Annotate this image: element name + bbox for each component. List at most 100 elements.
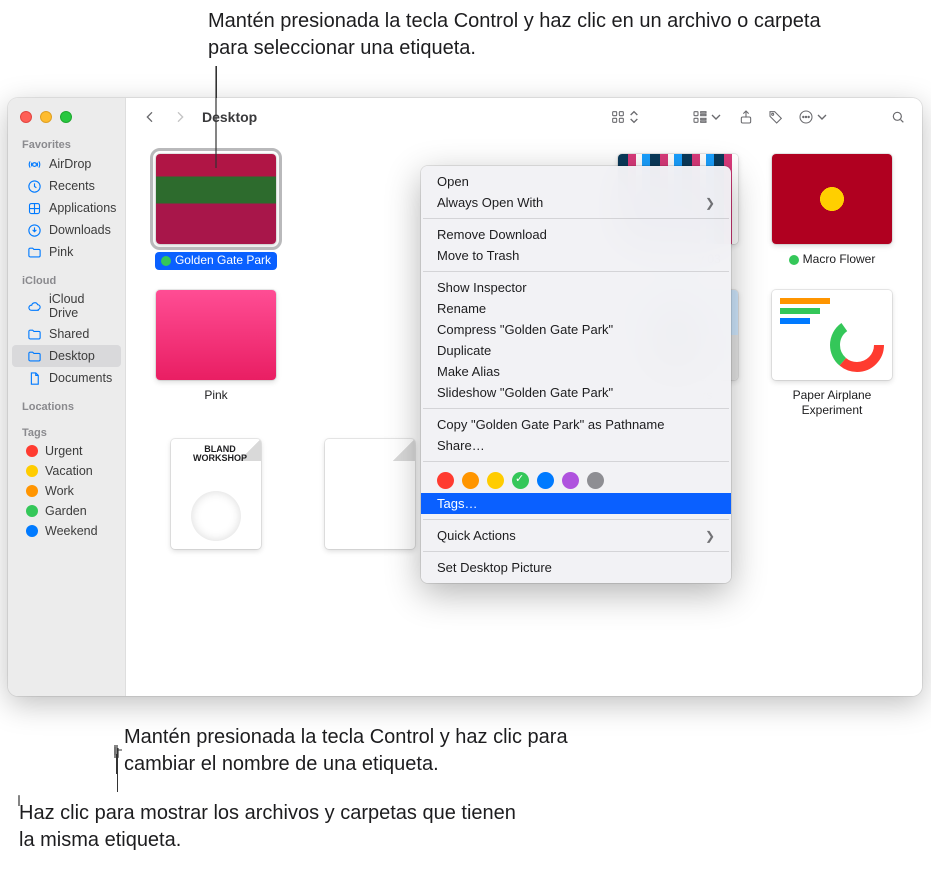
chevron-down-icon [708,109,724,125]
separator [423,519,729,520]
desktop-folder-icon [26,348,42,364]
ctx-tag-swatch[interactable] [562,472,579,489]
sidebar-tag-vacation[interactable]: Vacation [12,461,121,481]
sidebar-header-icloud: iCloud [8,271,125,289]
sidebar-item-label: Documents [49,371,112,385]
ctx-slideshow[interactable]: Slideshow "Golden Gate Park" [421,382,731,403]
ctx-show-inspector[interactable]: Show Inspector [421,277,731,298]
file-item[interactable]: BLAND WORKSHOP [146,439,286,549]
separator [423,218,729,219]
sidebar-item-label: Pink [49,245,73,259]
ctx-tag-swatch[interactable] [512,472,529,489]
tags-button[interactable] [764,105,788,129]
file-thumbnail [772,290,892,380]
sidebar-tag-weekend[interactable]: Weekend [12,521,121,541]
close-window-button[interactable] [20,111,32,123]
clock-icon [26,178,42,194]
ctx-rename[interactable]: Rename [421,298,731,319]
file-item[interactable] [300,439,440,549]
search-button[interactable] [886,105,910,129]
tag-dot-icon [161,256,171,266]
main-area: Desktop [126,98,922,696]
separator [423,408,729,409]
sidebar-item-label: Vacation [45,464,93,478]
file-item[interactable]: Paper Airplane Experiment [762,290,902,419]
file-item[interactable]: Macro Flower [762,154,902,270]
file-thumbnail [772,154,892,244]
chevron-down-icon [814,109,830,125]
window-traffic-lights [8,106,125,133]
sidebar-item-label: Shared [49,327,89,341]
view-icons-button[interactable] [606,105,646,129]
sidebar-header-favorites: Favorites [8,135,125,153]
ctx-tag-swatches [421,467,731,493]
cloud-icon [26,298,42,314]
ctx-tag-swatch[interactable] [537,472,554,489]
callout-mid: Mantén presionada la tecla Control y haz… [124,724,624,778]
sidebar-item-label: Urgent [45,444,83,458]
minimize-window-button[interactable] [40,111,52,123]
sidebar-item-label: Downloads [49,223,111,237]
ctx-tag-swatch[interactable] [487,472,504,489]
tag-dot-icon [26,465,38,477]
sidebar-item-label: Desktop [49,349,95,363]
ctx-tag-swatch[interactable] [587,472,604,489]
sidebar-item-pink[interactable]: Pink [12,241,121,263]
tag-dot-icon [26,525,38,537]
chevron-updown-icon [626,109,642,125]
sidebar-item-downloads[interactable]: Downloads [12,219,121,241]
sidebar-item-icloud-drive[interactable]: iCloud Drive [12,289,121,323]
ctx-tag-swatch[interactable] [437,472,454,489]
ctx-remove-download[interactable]: Remove Download [421,224,731,245]
ctx-copy-pathname[interactable]: Copy "Golden Gate Park" as Pathname [421,414,731,435]
file-item[interactable]: Golden Gate Park [146,154,286,270]
ctx-move-to-trash[interactable]: Move to Trash [421,245,731,266]
ctx-always-open-with[interactable]: Always Open With ❯ [421,192,731,213]
sidebar-item-airdrop[interactable]: AirDrop [12,153,121,175]
file-thumbnail [325,439,415,549]
zoom-window-button[interactable] [60,111,72,123]
ctx-make-alias[interactable]: Make Alias [421,361,731,382]
folder-icon [26,244,42,260]
forward-button[interactable] [168,105,192,129]
sidebar-item-label: Garden [45,504,87,518]
ctx-tags-more[interactable]: Tags… [421,493,731,514]
file-thumbnail: BLAND WORKSHOP [171,439,261,549]
sidebar-item-documents[interactable]: Documents [12,367,121,389]
back-button[interactable] [138,105,162,129]
sidebar-header-tags: Tags [8,423,125,441]
ctx-duplicate[interactable]: Duplicate [421,340,731,361]
sidebar-item-label: Weekend [45,524,98,538]
ctx-share[interactable]: Share… [421,435,731,456]
sidebar-item-shared[interactable]: Shared [12,323,121,345]
toolbar: Desktop [126,98,922,136]
more-button[interactable] [794,105,834,129]
ctx-open[interactable]: Open [421,171,731,192]
file-thumbnail [156,154,276,244]
tag-dot-icon [789,255,799,265]
ctx-tag-swatch[interactable] [462,472,479,489]
sidebar-tag-work[interactable]: Work [12,481,121,501]
sidebar: Favorites AirDrop Recents Applications [8,98,126,696]
file-item[interactable]: Pink [146,290,286,419]
sidebar-tag-garden[interactable]: Garden [12,501,121,521]
window-title: Desktop [202,109,257,125]
tag-dot-icon [26,485,38,497]
share-button[interactable] [734,105,758,129]
ctx-compress[interactable]: Compress "Golden Gate Park" [421,319,731,340]
group-by-button[interactable] [688,105,728,129]
tag-dot-icon [26,505,38,517]
sidebar-item-label: AirDrop [49,157,91,171]
sidebar-item-label: Recents [49,179,95,193]
sidebar-item-label: iCloud Drive [49,292,111,320]
file-label: Pink [204,388,227,404]
downloads-icon [26,222,42,238]
callout-top: Mantén presionada la tecla Control y haz… [208,8,828,62]
context-menu: Open Always Open With ❯ Remove Download … [421,166,731,583]
sidebar-item-applications[interactable]: Applications [12,197,121,219]
ctx-set-desktop-picture[interactable]: Set Desktop Picture [421,557,731,578]
sidebar-item-recents[interactable]: Recents [12,175,121,197]
sidebar-tag-urgent[interactable]: Urgent [12,441,121,461]
ctx-quick-actions[interactable]: Quick Actions ❯ [421,525,731,546]
sidebar-item-desktop[interactable]: Desktop [12,345,121,367]
